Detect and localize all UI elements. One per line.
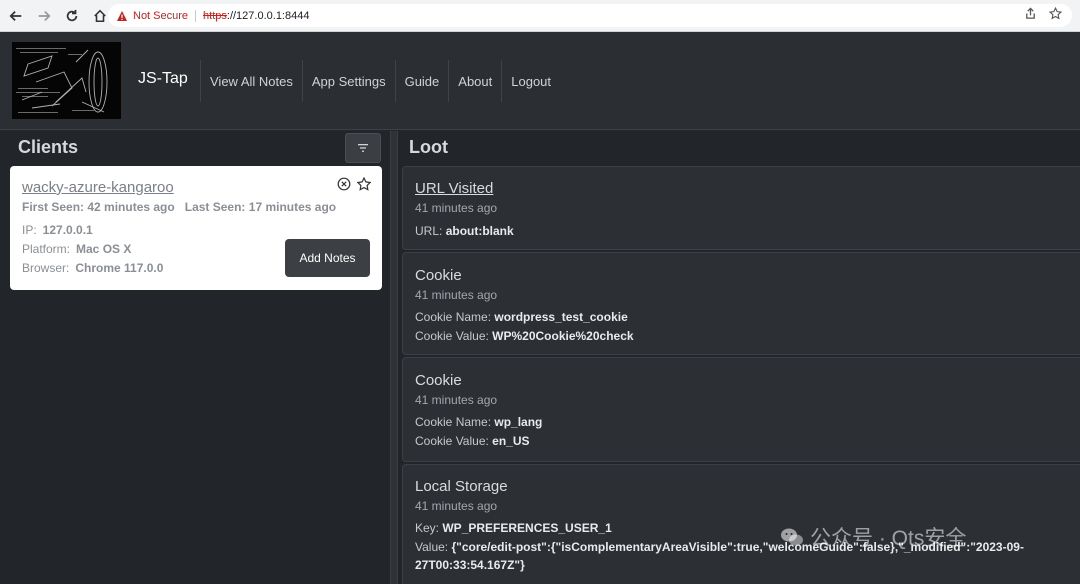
- loot-title: Loot: [409, 137, 448, 157]
- loot-item-time: 41 minutes ago: [415, 393, 498, 407]
- back-button[interactable]: [4, 4, 28, 28]
- line-value: en_US: [492, 434, 530, 448]
- loot-item-line: 27T00:33:54.167Z"}: [415, 558, 525, 572]
- loot-item-title: Cookie: [415, 372, 462, 389]
- main-nav: View All Notes App Settings Guide About …: [200, 60, 560, 102]
- line-label: Cookie Name:: [415, 310, 495, 324]
- nav-about[interactable]: About: [448, 60, 501, 102]
- loot-item-line: Cookie Value: en_US: [415, 434, 530, 448]
- app-header: JS-Tap View All Notes App Settings Guide…: [0, 32, 1080, 130]
- platform-label: Platform:: [22, 242, 71, 256]
- ip-row: IP: 127.0.0.1: [22, 223, 93, 237]
- platform-value: Mac OS X: [76, 242, 132, 256]
- last-seen-label: Last Seen:: [184, 200, 246, 214]
- loot-item-title: Local Storage: [415, 478, 508, 495]
- line-value: 27T00:33:54.167Z"}: [415, 558, 525, 572]
- nav-view-all-notes[interactable]: View All Notes: [200, 60, 302, 102]
- browser-label: Browser:: [22, 261, 70, 275]
- line-value: WP%20Cookie%20check: [492, 329, 634, 343]
- brand-title[interactable]: JS-Tap: [138, 70, 188, 88]
- ip-label: IP:: [22, 223, 37, 237]
- panel-divider[interactable]: [390, 131, 398, 584]
- share-icon[interactable]: [1024, 7, 1037, 20]
- nav-logout[interactable]: Logout: [501, 60, 560, 102]
- seen-info: First Seen: 42 minutes ago Last Seen: 17…: [22, 200, 336, 214]
- loot-item-line: Cookie Name: wp_lang: [415, 415, 542, 429]
- loot-item: Local Storage 41 minutes ago Key: WP_PRE…: [402, 464, 1080, 584]
- watermark-text: 公众号 · Qts安全: [810, 527, 967, 550]
- line-value: wp_lang: [494, 415, 543, 429]
- line-label: Cookie Value:: [415, 329, 493, 343]
- loot-item-time: 41 minutes ago: [415, 288, 498, 302]
- loot-item-line: Cookie Value: WP%20Cookie%20check: [415, 329, 634, 343]
- loot-item: Cookie 41 minutes ago Cookie Name: wp_la…: [402, 357, 1080, 462]
- loot-item-line: Cookie Name: wordpress_test_cookie: [415, 310, 628, 324]
- filter-button[interactable]: [345, 133, 381, 163]
- warning-icon: [117, 10, 127, 21]
- star-icon[interactable]: [357, 177, 371, 191]
- first-seen-label: First Seen:: [22, 200, 85, 214]
- line-value: WP_PREFERENCES_USER_1: [442, 521, 612, 535]
- omnibox-actions: [1024, 7, 1062, 20]
- home-icon: [94, 9, 106, 22]
- reload-icon: [66, 9, 78, 21]
- watermark: 公众号 · Qts安全: [780, 522, 966, 552]
- separator: [195, 9, 197, 22]
- loot-item-title: Cookie: [415, 267, 462, 284]
- logo-icon: [16, 48, 108, 113]
- last-seen-value: 17 minutes ago: [248, 200, 337, 214]
- address-bar[interactable]: Not Secure https://127.0.0.1:8444: [108, 4, 1072, 27]
- reload-button[interactable]: [60, 4, 84, 28]
- url-host: ://127.0.0.1:8444: [226, 9, 310, 22]
- loot-item-line: URL: about:blank: [415, 224, 514, 238]
- filter-icon: [358, 144, 368, 152]
- line-value: about:blank: [445, 224, 514, 238]
- star-icon[interactable]: [1049, 7, 1062, 20]
- client-name-link[interactable]: wacky-azure-kangaroo: [22, 179, 174, 196]
- nav-guide[interactable]: Guide: [394, 60, 449, 102]
- line-label: Cookie Value:: [415, 434, 493, 448]
- first-seen-value: 42 minutes ago: [87, 200, 175, 214]
- arrow-left-icon: [9, 10, 22, 21]
- client-card[interactable]: wacky-azure-kangaroo First Seen: 42 minu…: [10, 166, 382, 290]
- browser-row: Browser: Chrome 117.0.0: [22, 261, 163, 275]
- loot-item-time: 41 minutes ago: [415, 499, 498, 513]
- line-label: URL:: [415, 224, 446, 238]
- clients-title: Clients: [18, 137, 79, 157]
- clients-panel: Clients wacky-azure-kangaroo First Seen:…: [0, 131, 390, 584]
- line-label: Key:: [415, 521, 443, 535]
- wechat-icon: [781, 528, 803, 546]
- browser-value: Chrome 117.0.0: [75, 261, 164, 275]
- close-circle-icon[interactable]: [337, 177, 351, 191]
- arrow-right-icon: [38, 10, 51, 21]
- loot-panel: Loot URL Visited 41 minutes ago URL: abo…: [398, 131, 1080, 584]
- loot-item: URL Visited 41 minutes ago URL: about:bl…: [402, 166, 1080, 250]
- platform-row: Platform: Mac OS X: [22, 242, 131, 256]
- url-scheme: https: [203, 9, 227, 22]
- client-card-actions: [337, 177, 371, 191]
- loot-item-title[interactable]: URL Visited: [415, 180, 493, 197]
- browser-toolbar: Not Secure https://127.0.0.1:8444: [0, 0, 1080, 32]
- nav-app-settings[interactable]: App Settings: [301, 60, 395, 102]
- js-tap-logo[interactable]: [12, 42, 121, 119]
- line-label: Cookie Name:: [415, 415, 495, 429]
- loot-item-time: 41 minutes ago: [415, 201, 498, 215]
- loot-item-line: Key: WP_PREFERENCES_USER_1: [415, 521, 612, 535]
- line-value: wordpress_test_cookie: [494, 310, 628, 324]
- not-secure-label[interactable]: Not Secure: [133, 10, 188, 22]
- forward-button[interactable]: [32, 4, 56, 28]
- ip-value: 127.0.0.1: [42, 223, 93, 237]
- add-notes-button[interactable]: Add Notes: [285, 239, 370, 277]
- line-label: Value:: [415, 540, 452, 554]
- loot-item: Cookie 41 minutes ago Cookie Name: wordp…: [402, 252, 1080, 355]
